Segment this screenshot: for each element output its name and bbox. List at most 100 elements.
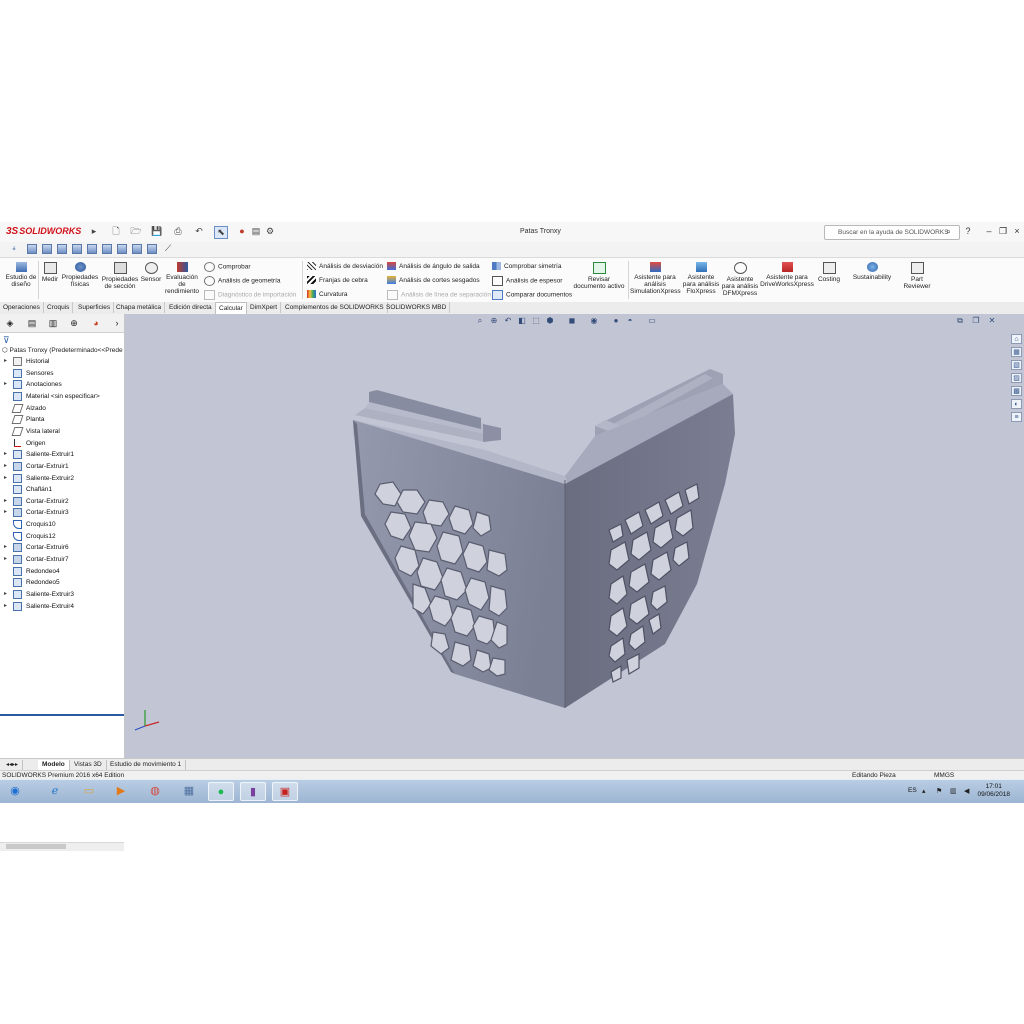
tree-item[interactable]: Origen [0, 438, 124, 449]
tree-item[interactable]: Sensores [0, 368, 124, 379]
expand-arrow-icon[interactable]: ▸ [4, 379, 7, 390]
tree-item[interactable]: Redondeo4 [0, 566, 124, 577]
graphics-area[interactable]: ⌕ ⊕ ↶ ◧ ⬚ ⬢ ◼ ◉ ● ◓ ▭ ⧉ ❐ ✕ ⌂ ▦ ▧ ▨ ▩ ◐ … [125, 314, 1024, 758]
link-view-icon[interactable]: ⟋ [162, 243, 174, 254]
normal-to-icon[interactable]: ⍖ [8, 243, 20, 254]
tree-item[interactable]: Alzado [0, 403, 124, 414]
measure-button[interactable]: Medir [40, 262, 60, 283]
tab-nav-arrows-icon[interactable]: ◂◂▸▸ [2, 760, 24, 770]
restore-button[interactable]: ❐ [997, 226, 1009, 237]
media-player-icon[interactable]: ▶ [108, 782, 134, 801]
expand-arrow-icon[interactable]: ▸ [4, 473, 7, 484]
tree-item[interactable]: Planta [0, 414, 124, 425]
section-properties-button[interactable]: Propiedades de sección [101, 262, 139, 290]
tree-item[interactable]: ▸ Anotaciones [0, 379, 124, 390]
back-view-icon[interactable] [42, 244, 52, 254]
tray-expand-icon[interactable]: ▴ [922, 787, 926, 795]
tree-item[interactable]: Vista lateral [0, 426, 124, 437]
check-active-document-button[interactable]: Revisar documento activo [572, 262, 626, 290]
undo-icon[interactable]: ↶ [193, 226, 205, 237]
select-icon[interactable]: ⬉ [214, 226, 228, 239]
tab-edicion-directa[interactable]: Edición directa [166, 302, 216, 313]
app-colorful-icon[interactable]: ▮ [240, 782, 266, 801]
isometric-view-icon[interactable] [117, 244, 127, 254]
horizontal-scrollbar[interactable] [0, 842, 124, 851]
tab-solidworks-mbd[interactable]: SOLIDWORKS MBD [383, 302, 451, 313]
deviation-analysis-button[interactable]: Análisis de desviación [307, 262, 383, 272]
right-view-icon[interactable] [72, 244, 82, 254]
expand-arrow-icon[interactable]: ▸ [4, 461, 7, 472]
symmetry-check-button[interactable]: Comprobar simetría [492, 262, 561, 272]
close-button[interactable]: × [1011, 226, 1023, 236]
left-view-icon[interactable] [57, 244, 67, 254]
parting-line-analysis-button[interactable]: Análisis de línea de separación [387, 290, 491, 300]
geometry-analysis-button[interactable]: Análisis de geometría [204, 276, 281, 286]
chevron-right-icon[interactable]: › [111, 317, 123, 329]
chevron-right-icon[interactable]: ▸ [88, 226, 100, 237]
rollback-bar[interactable] [0, 714, 124, 716]
file-properties-icon[interactable]: ▤ [250, 226, 262, 237]
expand-arrow-icon[interactable]: ▸ [4, 449, 7, 460]
performance-evaluation-button[interactable]: Evaluación de rendimiento [164, 262, 200, 295]
design-study-button[interactable]: Estudio de diseño [3, 262, 39, 288]
tab-superficies[interactable]: Superficies [75, 302, 115, 313]
sustainability-button[interactable]: Sustainability [850, 262, 894, 281]
tab-estudio-movimiento[interactable]: Estudio de movimiento 1 [106, 760, 187, 770]
tab-chapa-metalica[interactable]: Chapa metálica [113, 302, 166, 313]
tree-item[interactable]: ▸ Cortar-Extruir1 [0, 461, 124, 472]
configuration-manager-tab-icon[interactable]: ▥ [47, 317, 59, 329]
tab-operaciones[interactable]: Operaciones [0, 302, 44, 313]
open-document-icon[interactable]: 🗁 [130, 226, 142, 237]
tree-item[interactable]: ▸ Cortar-Extruir3 [0, 507, 124, 518]
search-icon[interactable]: ⌕ [946, 226, 951, 237]
tree-item[interactable]: Croquis10 [0, 519, 124, 530]
tab-modelo[interactable]: Modelo [38, 760, 70, 770]
minimize-button[interactable]: – [983, 226, 995, 236]
language-indicator[interactable]: ES [908, 787, 917, 794]
spotify-icon[interactable]: ● [208, 782, 234, 801]
help-search-input[interactable]: Buscar en la ayuda de SOLIDWORKS ⌕ [824, 225, 960, 240]
expand-arrow-icon[interactable]: ▸ [4, 554, 7, 565]
tree-item[interactable]: ▸ Cortar-Extruir6 [0, 542, 124, 553]
network-icon[interactable]: ▥ [950, 787, 957, 795]
compare-documents-button[interactable]: Comparar documentos [492, 290, 572, 300]
costing-button[interactable]: Costing [815, 262, 843, 283]
dimxpert-manager-tab-icon[interactable]: ⊕ [68, 317, 80, 329]
scrollbar-thumb[interactable] [6, 844, 66, 849]
expand-arrow-icon[interactable]: ▸ [4, 496, 7, 507]
tab-vistas-3d[interactable]: Vistas 3D [70, 760, 107, 770]
save-icon[interactable]: 💾 [151, 226, 163, 237]
tree-item[interactable]: ▸ Saliente-Extruir3 [0, 589, 124, 600]
3d-part-model[interactable] [125, 314, 1024, 758]
expand-arrow-icon[interactable]: ▸ [4, 589, 7, 600]
dfmxpress-button[interactable]: Asistente para análisis DFMXpress [721, 262, 759, 297]
mass-properties-button[interactable]: Propiedades físicas [61, 262, 99, 288]
bottom-view-icon[interactable] [102, 244, 112, 254]
system-clock[interactable]: 17:01 09/06/2018 [977, 783, 1010, 799]
tab-dimxpert[interactable]: DimXpert [247, 302, 282, 313]
front-view-icon[interactable] [27, 244, 37, 254]
tree-item[interactable]: ▸ Historial [0, 356, 124, 367]
top-view-icon[interactable] [87, 244, 97, 254]
tree-item[interactable]: Croquis12 [0, 531, 124, 542]
tree-item[interactable]: ▸ Saliente-Extruir1 [0, 449, 124, 460]
sensor-button[interactable]: Sensor [140, 262, 162, 283]
windows-start-icon[interactable]: ◉ [2, 782, 28, 801]
tree-item[interactable]: ▸ Saliente-Extruir4 [0, 601, 124, 612]
expand-arrow-icon[interactable]: ▸ [4, 601, 7, 612]
help-button[interactable]: ? [962, 226, 974, 236]
flag-icon[interactable]: ⚑ [936, 787, 942, 795]
volume-icon[interactable]: ◀ [964, 787, 969, 795]
solidworks-taskbar-icon[interactable]: ▣ [272, 782, 298, 801]
simulationxpress-button[interactable]: Asistente para análisis SimulationXpress [630, 262, 681, 295]
expand-arrow-icon[interactable]: ▸ [4, 356, 7, 367]
part-reviewer-button[interactable]: Part Reviewer [900, 262, 934, 290]
tree-item[interactable]: Chaflán1 [0, 484, 124, 495]
file-explorer-icon[interactable]: ▭ [76, 782, 102, 801]
tree-item[interactable]: Material <sin especificar> [0, 391, 124, 402]
display-manager-tab-icon[interactable]: ◕ [90, 317, 102, 329]
curvature-button[interactable]: Curvatura [307, 290, 348, 300]
trimetric-view-icon[interactable] [132, 244, 142, 254]
import-diagnostics-button[interactable]: Diagnóstico de importación [204, 290, 296, 300]
new-document-icon[interactable]: 🗋 [110, 226, 122, 237]
